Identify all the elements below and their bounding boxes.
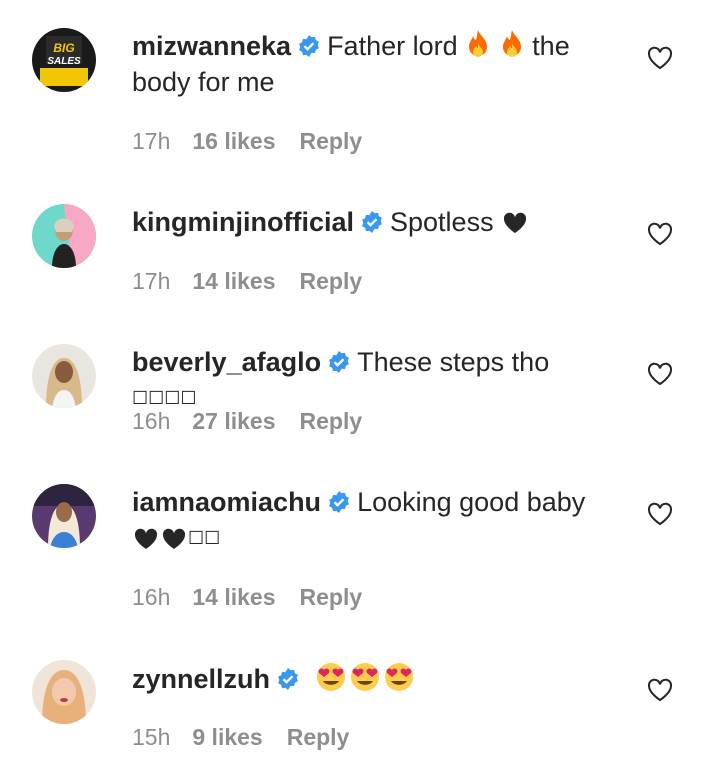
- heart-outline-icon[interactable]: [647, 678, 673, 702]
- reply-button[interactable]: Reply: [300, 128, 363, 154]
- heart-eyes-emoji-icon: [350, 663, 379, 691]
- avatar[interactable]: [32, 660, 96, 724]
- reply-button[interactable]: Reply: [300, 584, 363, 610]
- comment-body: beverly_afaglo These steps tho ☐☐☐☐: [132, 344, 612, 416]
- missing-glyphs: ☐☐: [188, 528, 221, 548]
- svg-text:BIG: BIG: [53, 41, 74, 55]
- verified-badge-icon: [299, 35, 319, 57]
- avatar[interactable]: [32, 204, 96, 268]
- comment-text: Looking good baby: [357, 487, 586, 517]
- verified-badge-icon: [362, 211, 382, 233]
- comment-body: kingminjinofficial Spotless: [132, 204, 612, 240]
- verified-badge-icon: [278, 668, 298, 690]
- black-heart-emoji-icon: [134, 528, 158, 549]
- reply-button[interactable]: Reply: [287, 724, 350, 750]
- comment-text: These steps tho: [357, 347, 550, 377]
- username[interactable]: mizwanneka: [132, 31, 291, 61]
- likes-count[interactable]: 9 likes: [192, 724, 262, 750]
- heart-outline-icon[interactable]: [647, 502, 673, 526]
- timestamp: 17h: [132, 268, 171, 294]
- comment-body: zynnellzuh: [132, 660, 612, 697]
- comment-meta: 16h 14 likes Reply: [132, 584, 362, 611]
- timestamp: 17h: [132, 128, 171, 154]
- fire-emoji-icon: [469, 30, 488, 57]
- avatar[interactable]: [32, 484, 96, 548]
- username[interactable]: zynnellzuh: [132, 664, 270, 694]
- svg-text:SALES: SALES: [47, 56, 81, 67]
- comment-meta: 15h 9 likes Reply: [132, 724, 349, 751]
- comment-text: Father lord: [327, 31, 458, 61]
- likes-count[interactable]: 14 likes: [192, 584, 275, 610]
- username[interactable]: kingminjinofficial: [132, 207, 354, 237]
- comment-meta: 17h 16 likes Reply: [132, 128, 362, 155]
- comment-text: Spotless: [390, 207, 494, 237]
- heart-eyes-emoji-icon: [384, 663, 413, 691]
- heart-eyes-emoji-icon: [316, 663, 345, 691]
- username[interactable]: iamnaomiachu: [132, 487, 321, 517]
- comment-meta: 16h 27 likes Reply: [132, 408, 362, 435]
- avatar[interactable]: BIG SALES: [32, 28, 96, 92]
- black-heart-emoji-icon: [162, 528, 186, 549]
- heart-outline-icon[interactable]: [647, 222, 673, 246]
- reply-button[interactable]: Reply: [300, 408, 363, 434]
- fire-emoji-icon: [502, 30, 521, 57]
- avatar[interactable]: [32, 344, 96, 408]
- black-heart-emoji-icon: [504, 212, 527, 233]
- likes-count[interactable]: 16 likes: [192, 128, 275, 154]
- heart-outline-icon[interactable]: [647, 362, 673, 386]
- verified-badge-icon: [329, 491, 349, 513]
- verified-badge-icon: [329, 351, 349, 373]
- reply-button[interactable]: Reply: [300, 268, 363, 294]
- likes-count[interactable]: 27 likes: [192, 408, 275, 434]
- timestamp: 16h: [132, 584, 171, 610]
- timestamp: 15h: [132, 724, 171, 750]
- likes-count[interactable]: 14 likes: [192, 268, 275, 294]
- timestamp: 16h: [132, 408, 171, 434]
- missing-glyphs: ☐☐☐☐: [132, 388, 197, 408]
- comment-body: mizwanneka Father lord the body for me: [132, 28, 612, 100]
- comment-body: iamnaomiachu Looking good baby ☐☐: [132, 484, 612, 556]
- comment-meta: 17h 14 likes Reply: [132, 268, 362, 295]
- heart-outline-icon[interactable]: [647, 46, 673, 70]
- username[interactable]: beverly_afaglo: [132, 347, 321, 377]
